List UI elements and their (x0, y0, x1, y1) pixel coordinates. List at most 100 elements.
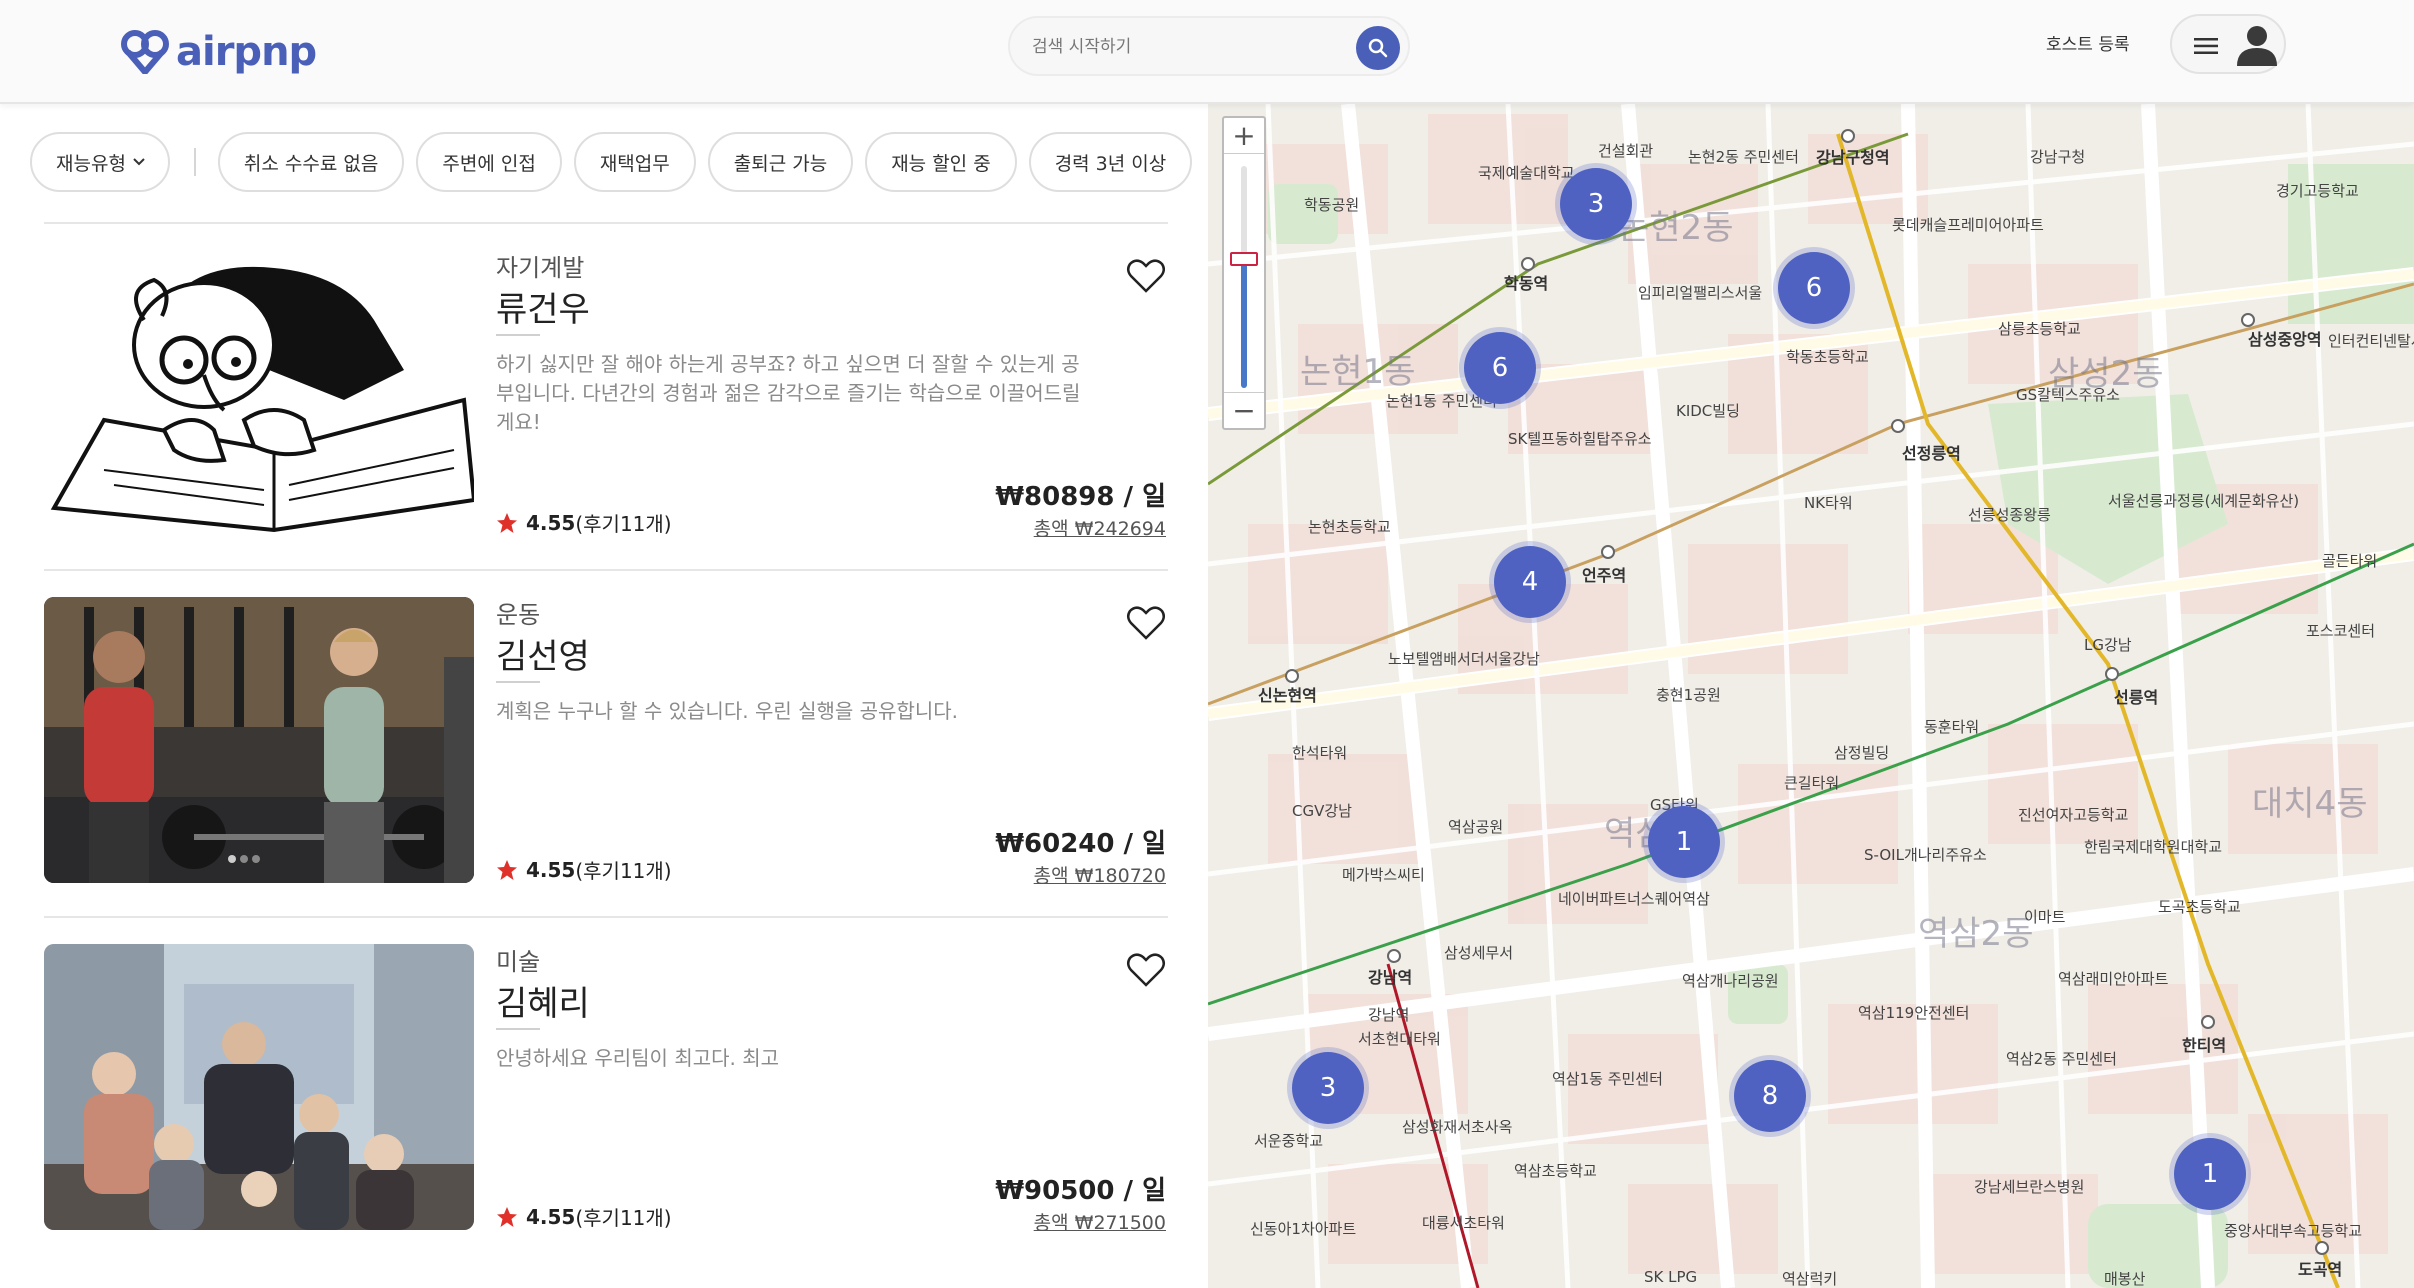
zoom-slider-handle[interactable] (1230, 252, 1258, 266)
listing-price: ₩80898 / 일 (995, 482, 1166, 512)
map-place-label: 역삼개나리공원 (1682, 972, 1779, 990)
map-cluster-marker[interactable]: 6 (1778, 252, 1850, 324)
map-cluster-marker[interactable]: 1 (1648, 806, 1720, 878)
map-place-label: 골든타워 (2322, 552, 2378, 570)
map-place-label: 한석타워 (1292, 744, 1348, 762)
map-place-label: 대륭서초타워 (1422, 1214, 1505, 1232)
hamburger-menu-icon (2194, 38, 2218, 54)
filter-chip-commute[interactable]: 출퇴근 가능 (707, 132, 854, 192)
zoom-slider[interactable] (1241, 166, 1247, 388)
listing-name[interactable]: 김선영 (496, 629, 590, 678)
listing-image-gym[interactable] (44, 597, 474, 883)
listing-price: ₩90500 / 일 (995, 1176, 1166, 1206)
map-place-label: 삼성세무서 (1444, 944, 1514, 962)
map-cluster-marker[interactable]: 6 (1464, 332, 1536, 404)
map-place-label: 인터컨티넨탈서울코엑스 (2328, 332, 2414, 350)
search-button[interactable] (1356, 26, 1400, 70)
search-bar[interactable] (1008, 16, 1410, 76)
listing-card[interactable]: 미술 김혜리 안녕하세요 우리팀이 최고다. 최고 4.55 (후기11개) ₩… (44, 916, 1168, 1263)
map-cluster-marker[interactable]: 1 (2174, 1138, 2246, 1210)
map-place-label: 강남구청 (2030, 148, 2086, 166)
listing-description: 계획은 누구나 할 수 있습니다. 우린 실행을 공유합니다. (496, 699, 959, 723)
filter-chip-label: 취소 수수료 없음 (243, 152, 379, 175)
listing-category: 운동 (496, 601, 541, 629)
rating-value: 4.55 (526, 1204, 576, 1229)
top-header: airpnp 호스트 등록 (0, 0, 2414, 104)
map-place-label: 역삼럭키 (1782, 1270, 1838, 1288)
map-place-label: 큰길타워 (1784, 774, 1840, 792)
map-place-label: 신동아1차아파트 (1250, 1220, 1357, 1238)
filter-chip-no-cancel-fee[interactable]: 취소 수수료 없음 (217, 132, 405, 192)
rating-value: 4.55 (526, 510, 576, 535)
search-input[interactable] (1032, 32, 1332, 62)
map-place-label: 서울선릉과정릉(세계문화유산) (2108, 492, 2300, 510)
filter-divider (193, 148, 196, 176)
map-place-label: KIDC빌딩 (1676, 402, 1740, 420)
map-place-label: 역삼공원 (1448, 818, 1504, 836)
map-place-label: 강남역 (1368, 1006, 1410, 1024)
map-place-label: 동훈타워 (1924, 718, 1980, 736)
map-place-label: S-OIL개나리주유소 (1864, 846, 1987, 864)
map-cluster-marker[interactable]: 3 (1292, 1052, 1364, 1124)
map-cluster-marker[interactable]: 8 (1734, 1060, 1806, 1132)
map-place-label: 삼정빌딩 (1834, 744, 1890, 762)
filter-chip-remote[interactable]: 재택업무 (573, 132, 696, 192)
map-cluster-marker[interactable]: 3 (1560, 168, 1632, 240)
gym-photo (44, 597, 474, 883)
map-place-label: 서운중학교 (1254, 1132, 1324, 1150)
filter-chip-discount[interactable]: 재능 할인 중 (865, 132, 1017, 192)
map-place-label: LG강남 (2084, 636, 2132, 654)
map-station-label: 선정릉역 (1902, 444, 1961, 463)
filter-bar: 재능유형 취소 수수료 없음 주변에 인접 재택업무 출퇴근 가능 재능 할인 … (30, 132, 1204, 192)
user-menu-button[interactable] (2170, 14, 2286, 74)
map-station-label: 선릉역 (2114, 688, 2159, 707)
heart-icon[interactable] (1126, 258, 1166, 294)
filter-chip-experience[interactable]: 경력 3년 이상 (1028, 132, 1193, 192)
logo[interactable]: airpnp (120, 22, 317, 82)
map-district-label: 논현2동 (1618, 208, 1734, 248)
map-place-label: 선릉성종왕릉 (1968, 506, 2051, 524)
map-district-label: 역삼2동 (1918, 914, 2034, 954)
listing-image-team[interactable] (44, 944, 474, 1230)
listing-description: 하기 싫지만 잘 해야 하는게 공부죠? 하고 싶으면 더 잘할 수 있는게 공… (496, 352, 1081, 434)
map-place-label: 진선여자고등학교 (2018, 806, 2129, 824)
team-photo (44, 944, 474, 1230)
map-place-label: 경기고등학교 (2276, 182, 2359, 200)
map-place-label: 역삼119안전센터 (1858, 1004, 1970, 1022)
host-register-link[interactable]: 호스트 등록 (2046, 30, 2130, 55)
filter-chip-label: 출퇴근 가능 (733, 152, 828, 175)
listing-total-price[interactable]: 총액 ₩180720 (1034, 861, 1166, 888)
listing-name[interactable]: 김혜리 (496, 976, 590, 1025)
map-cluster-marker[interactable]: 4 (1494, 546, 1566, 618)
map-place-label: 서초현대타워 (1358, 1030, 1441, 1048)
search-icon (1368, 38, 1388, 58)
listing-image-study-cartoon[interactable] (44, 250, 474, 536)
map-place-label: 강남세브란스병원 (1974, 1178, 2085, 1196)
listing-category: 자기계발 (496, 254, 585, 282)
map-station-label: 강남역 (1368, 968, 1413, 987)
review-count: (후기11개) (575, 512, 672, 536)
listing-card[interactable]: 운동 김선영 계획은 누구나 할 수 있습니다. 우린 실행을 공유합니다. 4… (44, 569, 1168, 916)
map-station-label: 신논현역 (1258, 686, 1317, 705)
zoom-in-button[interactable]: + (1224, 118, 1264, 154)
listing-total-price[interactable]: 총액 ₩271500 (1034, 1208, 1166, 1235)
map-place-label: 포스코센터 (2306, 622, 2376, 640)
filter-chip-label: 주변에 인접 (442, 152, 536, 175)
star-icon (497, 859, 517, 880)
listing-total-price[interactable]: 총액 ₩242694 (1034, 514, 1166, 541)
map-place-label: 역삼1동 주민센터 (1552, 1070, 1663, 1088)
zoom-out-button[interactable]: − (1224, 392, 1264, 428)
heart-icon[interactable] (1126, 952, 1166, 988)
map-place-label: 역삼초등학교 (1514, 1162, 1597, 1180)
map-place-label: CGV강남 (1292, 802, 1352, 820)
map-panel[interactable]: 논현2동 논현1동 삼성2동 역삼2동 대치4동 역삼 강남구청역 학동역 선정… (1208, 104, 2414, 1288)
filter-talent-type-dropdown[interactable]: 재능유형 (30, 132, 170, 192)
map-place-label: GS칼텍스주유소 (2016, 386, 2120, 404)
listing-name[interactable]: 류건우 (496, 282, 590, 331)
map-station-label: 언주역 (1582, 566, 1627, 585)
filter-chip-nearby[interactable]: 주변에 인접 (416, 132, 562, 192)
listing-card[interactable]: 자기계발 류건우 하기 싫지만 잘 해야 하는게 공부죠? 하고 싶으면 더 잘… (44, 222, 1168, 569)
map-place-label: 건설회관 (1598, 142, 1654, 160)
heart-icon[interactable] (1126, 605, 1166, 641)
cartoon-illustration (50, 266, 474, 533)
